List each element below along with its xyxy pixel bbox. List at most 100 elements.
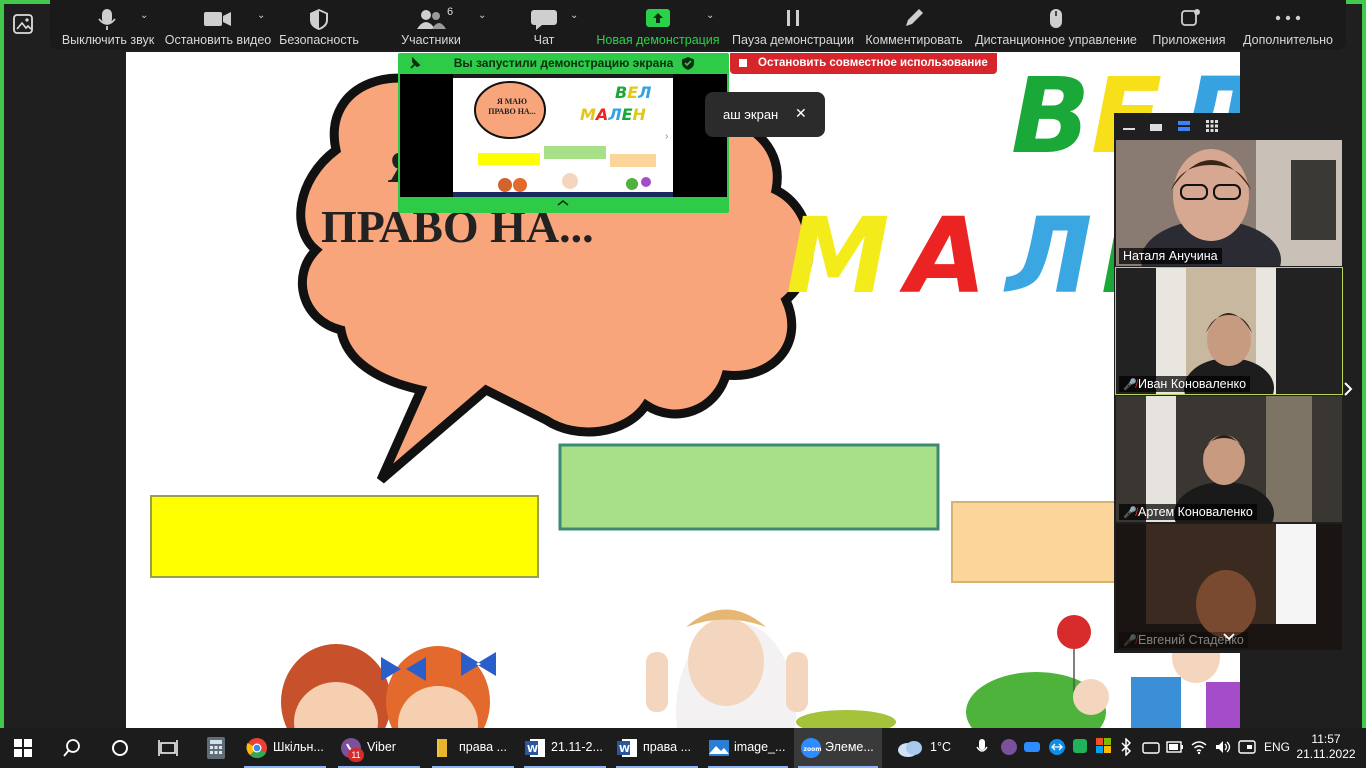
apps-button[interactable]: Приложения: [1148, 0, 1230, 50]
apps-label: Приложения: [1152, 33, 1226, 47]
svg-text:zoom: zoom: [804, 746, 822, 753]
pause-share-label: Пауза демонстрации: [732, 33, 854, 47]
taskbar-zoom[interactable]: zoom Элеме...: [794, 728, 882, 768]
zoom-tray-icon[interactable]: [1024, 740, 1040, 754]
system-clock[interactable]: 11:57 21.11.2022: [1294, 732, 1358, 762]
stop-square-icon: [739, 59, 747, 67]
svg-text:W: W: [619, 744, 630, 755]
microphone-tray-icon[interactable]: [976, 739, 988, 757]
notification-badge: 11: [348, 748, 364, 762]
video-tile-2[interactable]: 🎤̸Иван Коноваленко: [1115, 267, 1343, 395]
svg-text:МАЛЕН: МАЛЕН: [580, 105, 647, 124]
share-options-caret[interactable]: ⌄: [706, 10, 716, 21]
teamviewer-tray-icon[interactable]: [1048, 738, 1066, 756]
svg-text:ПРАВО НА...: ПРАВО НА...: [488, 107, 535, 116]
pause-share-button[interactable]: Пауза демонстрации: [732, 0, 854, 50]
bluetooth-icon[interactable]: [1120, 738, 1132, 756]
new-share-button[interactable]: Новая демонстрация: [596, 0, 720, 50]
taskbar-photos[interactable]: image_...: [704, 728, 792, 768]
gallery-view-icon[interactable]: [1205, 119, 1219, 133]
input-language[interactable]: ENG: [1264, 740, 1290, 754]
stop-share-button[interactable]: Остановить совместное использование: [730, 53, 997, 74]
security-button[interactable]: Безопасность: [276, 0, 362, 50]
photos-icon: [709, 740, 729, 756]
svg-text:А: А: [899, 195, 987, 317]
mute-button[interactable]: Выключить звук: [56, 0, 160, 50]
security-tray-icon[interactable]: [1096, 738, 1112, 754]
security-shield-icon: [682, 57, 694, 70]
more-button[interactable]: Дополнительно: [1240, 0, 1336, 50]
notification-tray-icon[interactable]: [1238, 739, 1256, 755]
windows-start-icon[interactable]: [14, 739, 32, 757]
annotate-button[interactable]: Комментировать: [864, 0, 964, 50]
stop-video-button[interactable]: Остановить видео: [162, 0, 274, 50]
viber-tray-icon[interactable]: [1000, 738, 1018, 756]
speaker-view-icon[interactable]: [1177, 119, 1191, 133]
remote-control-button[interactable]: Дистанционное управление: [974, 0, 1138, 50]
share-pill-text: аш экран: [723, 107, 779, 122]
video-tile-1[interactable]: Наталя Анучина: [1116, 140, 1342, 266]
taskbar-folder[interactable]: права ...: [428, 728, 518, 768]
left-gutter: [0, 0, 126, 728]
task-view-icon[interactable]: [158, 738, 178, 758]
chat-button[interactable]: Чат: [510, 0, 578, 50]
meeting-toolbar: Выключить звук ⌄ Остановить видео ⌄ Безо…: [50, 0, 1346, 50]
chat-label: Чат: [533, 33, 555, 47]
minimize-icon[interactable]: [1122, 121, 1136, 133]
participant-name: 🎤̸Артем Коноваленко: [1119, 504, 1257, 520]
green-box: [558, 443, 940, 531]
shield-icon: [310, 9, 328, 30]
zoom-icon: zoom: [801, 738, 822, 758]
panel-view-bar: [1114, 113, 1344, 140]
participants-button[interactable]: Участники: [388, 0, 474, 50]
folder-icon: [437, 739, 447, 757]
chat-options-caret[interactable]: ⌄: [570, 10, 580, 21]
close-icon[interactable]: ✕: [795, 105, 807, 122]
volume-icon[interactable]: [1214, 739, 1232, 755]
wifi-icon[interactable]: [1190, 739, 1208, 755]
keyboard-tray-icon[interactable]: [1142, 739, 1160, 755]
weather-temperature[interactable]: 1°C: [930, 740, 951, 754]
taskbar-chrome[interactable]: Шкільн...: [240, 728, 330, 768]
svg-text:Я МАЮ: Я МАЮ: [497, 97, 527, 106]
girl-illustration: [646, 609, 896, 728]
video-panel: Наталя Анучина 🎤̸Иван Коноваленко 🎤̸Арте…: [1114, 113, 1344, 653]
video-options-caret[interactable]: ⌄: [257, 10, 267, 21]
security-label: Безопасность: [279, 33, 359, 47]
calculator-icon[interactable]: [206, 737, 226, 759]
search-icon[interactable]: [62, 738, 82, 758]
participants-options-caret[interactable]: ⌄: [478, 10, 488, 21]
svg-text:Л: Л: [1003, 195, 1092, 317]
taskbar-word-1[interactable]: W 21.11-2...: [520, 728, 610, 768]
scroll-down-icon[interactable]: [1222, 632, 1236, 642]
svg-text:ВЕЛ: ВЕЛ: [615, 83, 651, 102]
mute-options-caret[interactable]: ⌄: [140, 10, 150, 21]
view-options-icon[interactable]: [10, 12, 38, 36]
more-dots-icon: [1275, 15, 1301, 21]
video-tile-4[interactable]: 🎤̸Евгений Стаденко: [1116, 524, 1342, 650]
share-border-right: [1362, 0, 1366, 728]
cortana-icon[interactable]: [110, 738, 130, 758]
collapse-preview-icon[interactable]: [556, 199, 570, 207]
word-icon: W: [617, 739, 637, 757]
stop-video-label: Остановить видео: [164, 33, 272, 47]
participant-name: Наталя Анучина: [1119, 248, 1222, 264]
taskbar-word-2[interactable]: W права ...: [612, 728, 702, 768]
sharing-banner[interactable]: Вы запустили демонстрацию экрана Я МАЮ П…: [398, 53, 729, 213]
single-view-icon[interactable]: [1149, 121, 1163, 133]
mute-label: Выключить звук: [61, 33, 155, 47]
participants-icon: [417, 10, 446, 29]
clock-date: 21.11.2022: [1296, 747, 1356, 761]
svg-text:›: ›: [665, 131, 668, 142]
annotate-label: Комментировать: [865, 33, 963, 47]
share-preview-thumbnail[interactable]: Я МАЮ ПРАВО НА... ВЕЛ МАЛЕН ›: [400, 74, 727, 197]
video-tile-3[interactable]: 🎤̸Артем Коноваленко: [1116, 396, 1342, 522]
chat-bubble-icon: [531, 10, 557, 30]
weather-cloud-icon[interactable]: [896, 738, 924, 758]
taskbar-viber[interactable]: 11 Viber: [334, 728, 424, 768]
next-page-arrow-icon[interactable]: [1342, 380, 1354, 398]
battery-icon[interactable]: [1166, 740, 1184, 754]
pause-icon: [787, 10, 799, 26]
app-tray-icon[interactable]: [1072, 738, 1088, 754]
svg-text:В: В: [1011, 55, 1090, 177]
